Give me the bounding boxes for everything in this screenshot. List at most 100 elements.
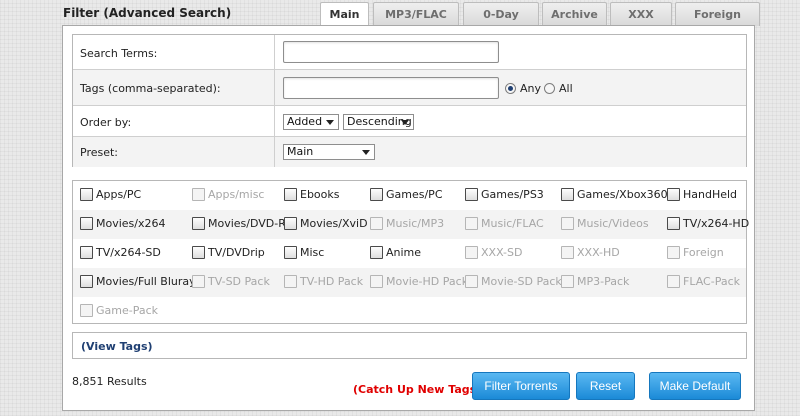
category-checkbox-item[interactable]: Movies/Full Bluray [80, 275, 196, 288]
category-label: Movies/DVD-R [208, 217, 286, 230]
category-checkbox-item: Game-Pack [80, 304, 158, 317]
order-direction-select[interactable]: Descending [343, 114, 414, 130]
category-checkbox-item[interactable]: Games/Xbox360 [561, 188, 668, 201]
filter-panel: Search Terms: Tags (comma-separated): An… [62, 25, 755, 411]
checkbox[interactable] [667, 188, 680, 201]
category-row: Apps/PC Apps/misc Ebooks Games/PC Games/PS3 G… [73, 181, 746, 210]
category-label: Ebooks [300, 188, 340, 201]
category-checkbox-item[interactable]: Movies/XviD [284, 217, 368, 230]
category-checkbox-item[interactable]: Games/PS3 [465, 188, 544, 201]
tab-0-day[interactable]: 0-Day [463, 2, 539, 26]
category-label: TV-HD Pack [300, 275, 364, 288]
checkbox[interactable] [192, 217, 205, 230]
category-label: MP3-Pack [577, 275, 630, 288]
checkbox[interactable] [80, 217, 93, 230]
checkbox [561, 217, 574, 230]
radio-any[interactable] [505, 83, 516, 94]
order-by-label: Order by: [80, 116, 132, 129]
checkbox [561, 246, 574, 259]
make-default-button[interactable]: Make Default [649, 372, 741, 400]
checkbox[interactable] [465, 188, 478, 201]
category-label: Music/MP3 [386, 217, 445, 230]
category-checkbox-item[interactable]: Apps/PC [80, 188, 141, 201]
checkbox[interactable] [561, 188, 574, 201]
category-label: Movie-HD Pack [386, 275, 469, 288]
checkbox[interactable] [284, 188, 297, 201]
checkbox [192, 275, 205, 288]
category-label: Music/Videos [577, 217, 649, 230]
category-checkbox-item[interactable]: Anime [370, 246, 421, 259]
tags-row: Tags (comma-separated): Any All [73, 70, 746, 106]
tags-match-all[interactable]: All [544, 82, 573, 95]
category-checkbox-item[interactable]: TV/x264-HD [667, 217, 749, 230]
tags-input[interactable] [283, 77, 499, 99]
tab-mp3-flac[interactable]: MP3/FLAC [373, 2, 459, 26]
category-label: Movie-SD Pack [481, 275, 562, 288]
tags-match-any[interactable]: Any [505, 82, 541, 95]
category-checkbox-item[interactable]: TV/DVDrip [192, 246, 265, 259]
category-checkbox-item: Movie-SD Pack [465, 275, 562, 288]
category-checkbox-item: XXX-HD [561, 246, 620, 259]
category-checkbox-item[interactable]: Games/PC [370, 188, 443, 201]
category-label: Apps/misc [208, 188, 265, 201]
category-label: TV/x264-HD [683, 217, 750, 230]
category-checkbox-item: TV-SD Pack [192, 275, 270, 288]
radio-all-label: All [559, 82, 573, 95]
checkbox[interactable] [80, 275, 93, 288]
order-by-row: Order by: Added Descending [73, 106, 746, 137]
category-checkbox-item: Movie-HD Pack [370, 275, 468, 288]
checkbox [370, 217, 383, 230]
category-checkbox-item: TV-HD Pack [284, 275, 363, 288]
radio-all[interactable] [544, 83, 555, 94]
category-label: Games/PS3 [481, 188, 544, 201]
category-label: XXX-HD [577, 246, 620, 259]
checkbox [192, 188, 205, 201]
category-label: Games/PC [386, 188, 443, 201]
checkbox [465, 246, 478, 259]
order-field-select[interactable]: Added [283, 114, 339, 130]
category-checkbox-item[interactable]: Movies/x264 [80, 217, 166, 230]
catch-up-new-tags-link[interactable]: (Catch Up New Tags) [353, 383, 481, 396]
reset-button[interactable]: Reset [576, 372, 635, 400]
tab-main[interactable]: Main [320, 2, 369, 27]
search-terms-input[interactable] [283, 41, 499, 63]
category-checkbox-item[interactable]: Movies/DVD-R [192, 217, 286, 230]
category-checkbox-item: FLAC-Pack [667, 275, 740, 288]
category-checkbox-item[interactable]: Ebooks [284, 188, 340, 201]
preset-select[interactable]: Main [283, 144, 375, 160]
view-tags-link[interactable]: (View Tags) [81, 340, 153, 353]
category-checkbox-item: Music/MP3 [370, 217, 444, 230]
checkbox [80, 304, 93, 317]
checkbox [465, 217, 478, 230]
category-label: HandHeld [683, 188, 738, 201]
category-row: Game-Pack [73, 297, 746, 326]
checkbox[interactable] [80, 246, 93, 259]
checkbox[interactable] [370, 246, 383, 259]
checkbox [465, 275, 478, 288]
category-checkbox-item[interactable]: Misc [284, 246, 324, 259]
category-label: Music/FLAC [481, 217, 544, 230]
category-checkbox-item: Music/FLAC [465, 217, 544, 230]
chevron-down-icon [401, 120, 409, 125]
category-label: Game-Pack [96, 304, 159, 317]
tab-archive[interactable]: Archive [542, 2, 607, 26]
category-checkbox-item[interactable]: HandHeld [667, 188, 737, 201]
category-checkbox-item: Music/Videos [561, 217, 649, 230]
checkbox[interactable] [370, 188, 383, 201]
category-checkbox-item[interactable]: TV/x264-SD [80, 246, 161, 259]
category-label: XXX-SD [481, 246, 523, 259]
tab-foreign[interactable]: Foreign [675, 2, 760, 26]
checkbox[interactable] [80, 188, 93, 201]
checkbox[interactable] [284, 217, 297, 230]
checkbox[interactable] [667, 217, 680, 230]
filter-title: Filter (Advanced Search) [63, 6, 232, 20]
checkbox[interactable] [192, 246, 205, 259]
search-terms-label: Search Terms: [80, 47, 158, 60]
tab-xxx[interactable]: XXX [610, 2, 672, 26]
filter-torrents-button[interactable]: Filter Torrents [472, 372, 570, 400]
checkbox[interactable] [284, 246, 297, 259]
category-row: TV/x264-SD TV/DVDrip Misc Anime XXX-SD XXX-HD… [73, 239, 746, 268]
checkbox [667, 275, 680, 288]
category-checkbox-item: XXX-SD [465, 246, 522, 259]
category-label: Misc [300, 246, 325, 259]
